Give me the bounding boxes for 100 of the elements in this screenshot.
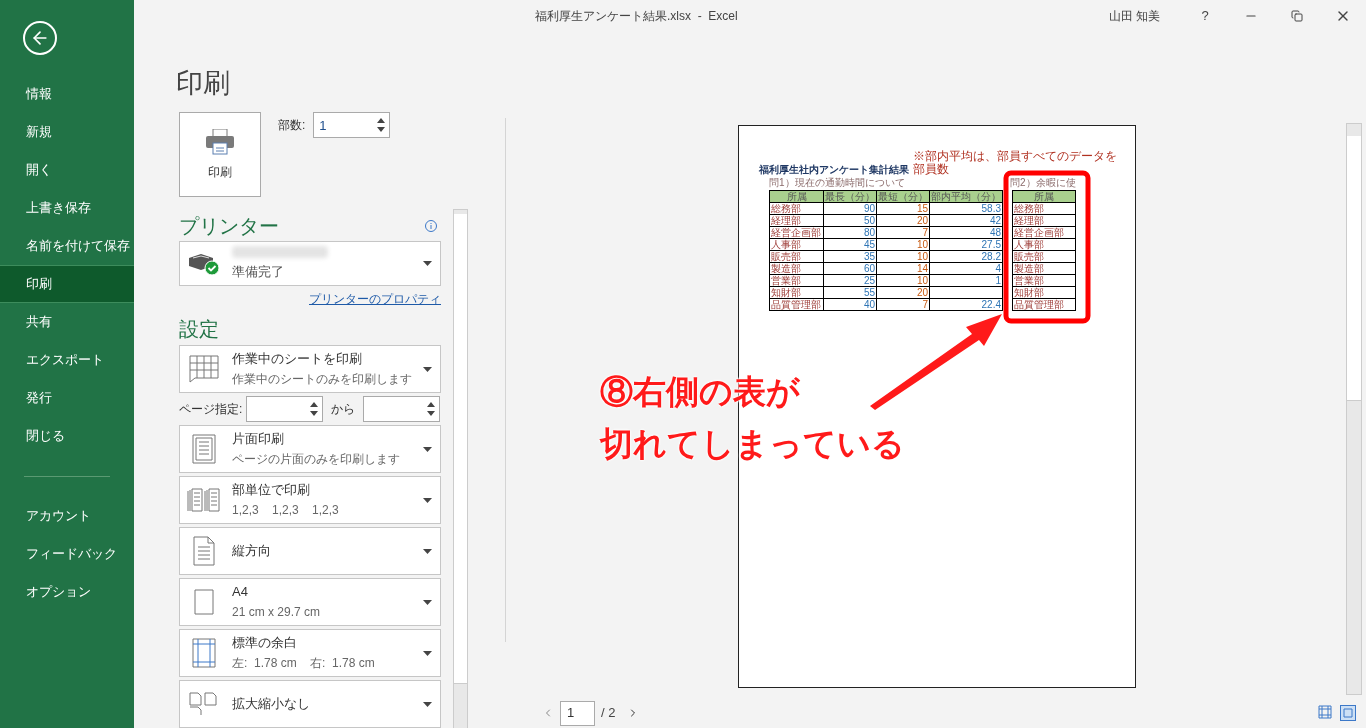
- nav-item[interactable]: 情報: [0, 75, 134, 113]
- column-header: 所属: [1012, 190, 1076, 203]
- page-number-field[interactable]: 1: [560, 700, 595, 726]
- setting-description: ページの片面のみを印刷します: [232, 451, 401, 468]
- table-caption: 問1）現在の通勤時間について: [769, 177, 906, 189]
- page-to-field[interactable]: [363, 396, 441, 422]
- table-cell: 14: [876, 262, 930, 275]
- table-cell: 20: [876, 286, 930, 299]
- setting-title: 片面印刷: [232, 430, 285, 448]
- table-cell: 27.5: [929, 238, 1003, 251]
- settings-dropdown[interactable]: 部単位で印刷 1,2,3 1,2,3 1,2,3: [179, 476, 441, 524]
- sheet-note: ※部内平均は、部員すべてのデータを部員数: [913, 150, 1118, 176]
- settings-dropdown[interactable]: 作業中のシートを印刷 作業中のシートのみを印刷します: [179, 345, 441, 393]
- printer-dropdown[interactable]: 準備完了: [179, 241, 441, 286]
- document-lines-icon: [192, 434, 216, 464]
- nav-item[interactable]: オプション: [0, 573, 134, 611]
- nav-item[interactable]: 新規: [0, 113, 134, 151]
- table-cell: 48: [929, 226, 1003, 239]
- setting-description: 21 cm x 29.7 cm: [232, 604, 322, 621]
- setting-description: 1,2,3 1,2,3 1,2,3: [232, 502, 340, 519]
- to-label: から: [330, 401, 357, 418]
- table-cell: 経理部: [1012, 214, 1076, 227]
- window-title: 福利厚生アンケート結果.xlsx - Excel: [535, 8, 738, 25]
- table-cell: 経営企画部: [1012, 226, 1076, 239]
- spinner-arrows-icon[interactable]: [427, 401, 436, 417]
- nav-item[interactable]: 名前を付けて保存: [0, 227, 134, 265]
- table-cell: 25: [823, 274, 877, 287]
- page-total: / 2: [601, 704, 616, 723]
- table-cell: 28.2: [929, 250, 1003, 263]
- table-cell: 60: [823, 262, 877, 275]
- setting-title: 部単位で印刷: [232, 481, 311, 499]
- caret-icon: [423, 261, 432, 267]
- settings-dropdown[interactable]: 縦方向: [179, 527, 441, 575]
- table-caption: 問2）余暇に使: [1010, 177, 1076, 189]
- printer-heading: プリンター: [179, 214, 279, 240]
- preview-scrollbar[interactable]: [1346, 123, 1362, 695]
- table-cell: 10: [876, 250, 930, 263]
- table-cell: 4: [929, 262, 1003, 275]
- setting-title: 作業中のシートを印刷: [232, 350, 363, 368]
- nav-item[interactable]: アカウント: [0, 497, 134, 535]
- settings-dropdown[interactable]: 拡大縮小なし: [179, 680, 441, 728]
- table-cell: 35: [823, 250, 877, 263]
- nav-item[interactable]: 発行: [0, 379, 134, 417]
- page-range-label: ページ指定:: [179, 401, 243, 418]
- two-pages-icon: [189, 692, 219, 716]
- nav-item[interactable]: エクスポート: [0, 341, 134, 379]
- setting-title: A4: [232, 583, 249, 601]
- table-cell: 10: [876, 238, 930, 251]
- nav-item[interactable]: 印刷: [0, 265, 134, 303]
- info-icon[interactable]: [425, 220, 437, 233]
- portrait-page-icon: [193, 536, 215, 566]
- annotation-text: 切れてしまっている: [600, 424, 905, 464]
- back-button[interactable]: [23, 20, 57, 55]
- copies-label: 部数:: [278, 117, 306, 135]
- caret-icon: [423, 446, 432, 452]
- printer-properties-link[interactable]: プリンターのプロパティ: [309, 290, 441, 308]
- nav-item[interactable]: 開く: [0, 151, 134, 189]
- table-cell: 総務部: [1012, 202, 1076, 215]
- table-cell: 80: [823, 226, 877, 239]
- setting-description: 作業中のシートのみを印刷します: [232, 371, 413, 388]
- help-button[interactable]: ?: [1182, 0, 1228, 32]
- table-cell: 58.3: [929, 202, 1003, 215]
- table-cell: 品質管理部: [1012, 298, 1076, 311]
- table-cell: 人事部: [1012, 238, 1076, 251]
- caret-icon: [423, 599, 432, 605]
- printer-icon: [206, 128, 234, 155]
- nav-item[interactable]: 上書き保存: [0, 189, 134, 227]
- table-cell: 総務部: [769, 202, 824, 215]
- setting-title: 標準の余白: [232, 634, 298, 652]
- table-cell: 知財部: [769, 286, 824, 299]
- settings-scrollbar[interactable]: [453, 209, 468, 728]
- page-from-field[interactable]: [246, 396, 324, 422]
- overlapping-squares-icon: [1291, 10, 1303, 22]
- user-name[interactable]: 山田 知美: [1108, 7, 1160, 25]
- caret-icon: [423, 650, 432, 656]
- settings-dropdown[interactable]: 標準の余白 左: 1.78 cm 右: 1.78 cm: [179, 629, 441, 677]
- settings-dropdown[interactable]: A4 21 cm x 29.7 cm: [179, 578, 441, 626]
- print-button[interactable]: 印刷: [179, 112, 261, 198]
- nav-item[interactable]: 閉じる: [0, 417, 134, 455]
- table-cell: 製造部: [1012, 262, 1076, 275]
- table-cell: 販売部: [769, 250, 824, 263]
- show-margins-icon[interactable]: [1318, 705, 1332, 719]
- sheet-grid-icon: [189, 355, 219, 383]
- printer-status: 準備完了: [232, 262, 285, 281]
- spinner-arrows-icon[interactable]: [377, 117, 386, 134]
- column-header: 所属: [769, 190, 824, 203]
- table-cell: 45: [823, 238, 877, 251]
- table-cell: 10: [876, 274, 930, 287]
- margins-icon: [192, 638, 216, 668]
- nav-item[interactable]: フィードバック: [0, 535, 134, 573]
- settings-dropdown[interactable]: 片面印刷 ページの片面のみを印刷します: [179, 425, 441, 473]
- table-cell: 55: [823, 286, 877, 299]
- nav-item[interactable]: 共有: [0, 303, 134, 341]
- copies-field[interactable]: 1: [313, 112, 391, 139]
- setting-title: 拡大縮小なし: [232, 695, 311, 713]
- zoom-to-page-icon[interactable]: [1340, 705, 1356, 721]
- table-cell: 15: [876, 202, 930, 215]
- spinner-arrows-icon[interactable]: [310, 401, 319, 417]
- table-cell: 製造部: [769, 262, 824, 275]
- settings-heading: 設定: [179, 317, 220, 342]
